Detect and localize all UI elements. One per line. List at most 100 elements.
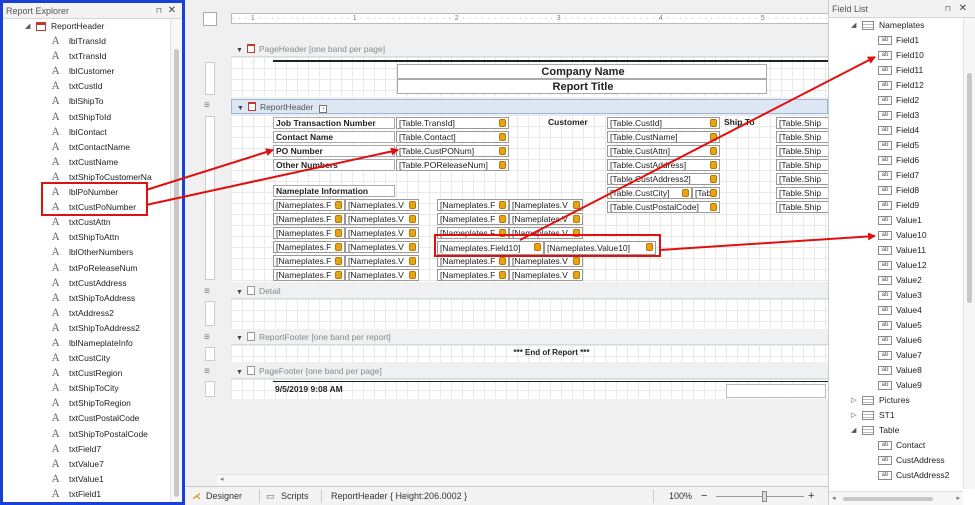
tree-item-control[interactable]: AtxtCustAttn xyxy=(3,215,170,230)
tree-item-pictures[interactable]: ▷ Pictures xyxy=(829,393,963,408)
tree-item-control[interactable]: AlblNameplateInfo xyxy=(3,336,170,351)
tree-item-st1[interactable]: ▷ ST1 xyxy=(829,408,963,423)
pin-icon[interactable]: ⊓ xyxy=(156,3,162,19)
collapse-icon[interactable]: ◢ xyxy=(851,423,856,438)
nameplate-field-cell[interactable]: [Nameplates.F xyxy=(437,269,509,281)
zoom-out-button[interactable]: − xyxy=(701,487,707,505)
scroll-left-icon[interactable]: ◂ xyxy=(220,475,224,483)
nameplate-value-cell[interactable]: [Nameplates.V xyxy=(345,241,419,253)
tree-item-control[interactable]: AtxtShipToRegion xyxy=(3,396,170,411)
ship-to-field[interactable]: [Table.Ship xyxy=(776,131,828,143)
field-list-item[interactable]: ab Field10 xyxy=(829,48,963,63)
nameplate-value-cell[interactable]: [Nameplates.V xyxy=(345,269,419,281)
tree-item-control[interactable]: AlblPoNumber xyxy=(3,185,170,200)
nameplate-value-cell[interactable]: [Nameplates.V xyxy=(345,255,419,267)
field-list-item[interactable]: ab Field3 xyxy=(829,108,963,123)
ship-to-field[interactable]: [Table.Ship xyxy=(776,201,828,213)
scroll-left-icon[interactable]: ◂ xyxy=(832,494,836,502)
band-handle-icon[interactable]: ≡ xyxy=(204,366,210,377)
cust-city-field[interactable]: [Table.CustCity] xyxy=(607,187,692,199)
band-header-reportfooter[interactable]: ▼ ReportFooter [one band per report] xyxy=(231,330,828,345)
field-list-item[interactable]: ab Value12 xyxy=(829,258,963,273)
band-header-reportheader[interactable]: ▼ ReportHeader › xyxy=(231,99,828,114)
nameplate-field-cell[interactable]: [Nameplates.F xyxy=(437,213,509,225)
tree-item-control[interactable]: AlblOtherNumbers xyxy=(3,245,170,260)
scroll-right-icon[interactable]: ▸ xyxy=(956,494,960,502)
zoom-slider[interactable] xyxy=(716,496,804,497)
tree-item-control[interactable]: AtxtPoReleaseNum xyxy=(3,261,170,276)
tree-item-control[interactable]: AtxtCustName xyxy=(3,155,170,170)
ship-to-field[interactable]: [Table.Ship xyxy=(776,187,828,199)
contact-field[interactable]: [Table.Contact] xyxy=(396,131,509,143)
cust-postal-field[interactable]: [Table.CustPostalCode] xyxy=(607,201,720,213)
close-icon[interactable]: ✕ xyxy=(959,0,967,18)
nameplate-field10[interactable]: [Nameplates.Field10] xyxy=(437,241,544,255)
field-list-item[interactable]: ab CustAddress xyxy=(829,453,963,468)
tree-item-control[interactable]: AtxtValue1 xyxy=(3,472,170,487)
field-list-item[interactable]: ab Field5 xyxy=(829,138,963,153)
tree-item-control[interactable]: AtxtField7 xyxy=(3,442,170,457)
nameplate-value-cell[interactable]: [Nameplates.V xyxy=(509,255,583,267)
nameplate-value10[interactable]: [Nameplates.Value10] xyxy=(544,241,656,255)
tree-item-control[interactable]: AtxtShipToPostalCode xyxy=(3,427,170,442)
tree-item-control[interactable]: AtxtCustAddress xyxy=(3,276,170,291)
zoom-in-button[interactable]: + xyxy=(808,487,814,505)
po-number-label[interactable]: PO Number xyxy=(273,145,395,157)
tree-item-control[interactable]: AlblContact xyxy=(3,125,170,140)
scrollbar-thumb[interactable] xyxy=(174,49,179,497)
tree-item-control[interactable]: AtxtCustCity xyxy=(3,351,170,366)
trans-id-field[interactable]: [Table.TransId] xyxy=(396,117,509,129)
cust-po-field[interactable]: [Table.CustPONum] xyxy=(396,145,509,157)
tree-item-control[interactable]: AtxtShipToCustomerNa xyxy=(3,170,170,185)
tree-item-control[interactable]: AtxtCustPoNumber xyxy=(3,200,170,215)
po-release-field[interactable]: [Table.POReleaseNum] xyxy=(396,159,509,171)
ship-to-label[interactable]: Ship To xyxy=(722,117,772,129)
company-name-field[interactable]: Company Name xyxy=(397,64,767,79)
nameplate-field-cell[interactable]: [Nameplates.F xyxy=(273,227,345,239)
field-list-item[interactable]: ab Field8 xyxy=(829,183,963,198)
field-list-item[interactable]: ab CustAddress2 xyxy=(829,468,963,483)
collapse-icon[interactable]: ▼ xyxy=(236,369,243,376)
ship-to-field[interactable]: [Table.Ship xyxy=(776,173,828,185)
tree-item-control[interactable]: AtxtShipToAddress xyxy=(3,291,170,306)
field-list-item[interactable]: ab Contact xyxy=(829,438,963,453)
tree-item-control[interactable]: AtxtTransId xyxy=(3,49,170,64)
scrollbar-thumb[interactable] xyxy=(967,73,972,303)
field-list-item[interactable]: ab Value5 xyxy=(829,318,963,333)
collapse-icon[interactable]: ◢ xyxy=(851,18,856,33)
tree-item-control[interactable]: AlblCustomer xyxy=(3,64,170,79)
contact-name-label[interactable]: Contact Name xyxy=(273,131,395,143)
tree-item-nameplates[interactable]: ◢ Nameplates xyxy=(829,18,963,33)
collapse-icon[interactable]: ▼ xyxy=(236,335,243,342)
ship-to-field[interactable]: [Table.Ship xyxy=(776,159,828,171)
tree-item-control[interactable]: AtxtCustRegion xyxy=(3,366,170,381)
designer-tab[interactable]: Designer xyxy=(206,487,242,505)
cust-address2-field[interactable]: [Table.CustAddress2] xyxy=(607,173,720,185)
cust-attn-field[interactable]: [Table.CustAttn] xyxy=(607,145,720,157)
tree-item-control[interactable]: AtxtShipToAttn xyxy=(3,230,170,245)
nameplate-field-cell[interactable]: [Nameplates.F xyxy=(273,213,345,225)
band-header-pageheader[interactable]: ▼ PageHeader [one band per page] xyxy=(231,42,828,57)
field-list-item[interactable]: ab Field7 xyxy=(829,168,963,183)
nameplate-field-cell[interactable]: [Nameplates.F xyxy=(437,199,509,211)
field-list-item[interactable]: ab Field2 xyxy=(829,93,963,108)
nameplate-field-cell[interactable]: [Nameplates.F xyxy=(273,255,345,267)
nameplate-value-cell[interactable]: [Nameplates.V xyxy=(345,213,419,225)
ship-to-field[interactable]: [Table.Ship xyxy=(776,145,828,157)
collapse-icon[interactable]: ◢ xyxy=(25,19,30,34)
close-icon[interactable]: ✕ xyxy=(168,3,176,19)
field-list-item[interactable]: ab Value9 xyxy=(829,378,963,393)
report-title-field[interactable]: Report Title xyxy=(397,79,767,94)
band-header-pagefooter[interactable]: ▼ PageFooter [one band per page] xyxy=(231,364,828,379)
expand-icon[interactable]: ▷ xyxy=(851,408,856,423)
expand-icon[interactable]: ▷ xyxy=(851,393,856,408)
field-list-item[interactable]: ab Value6 xyxy=(829,333,963,348)
footer-page-field[interactable] xyxy=(726,384,826,398)
field-list-item[interactable]: ab Value1 xyxy=(829,213,963,228)
scrollbar-thumb[interactable] xyxy=(843,497,933,501)
collapse-icon[interactable]: ▼ xyxy=(236,47,243,54)
cust-id-field[interactable]: [Table.CustId] xyxy=(607,117,720,129)
cust-region-field[interactable]: [Tab xyxy=(692,187,720,199)
end-of-report-label[interactable]: *** End of Report *** xyxy=(273,347,828,359)
nameplate-field-cell[interactable]: [Nameplates.F xyxy=(273,269,345,281)
